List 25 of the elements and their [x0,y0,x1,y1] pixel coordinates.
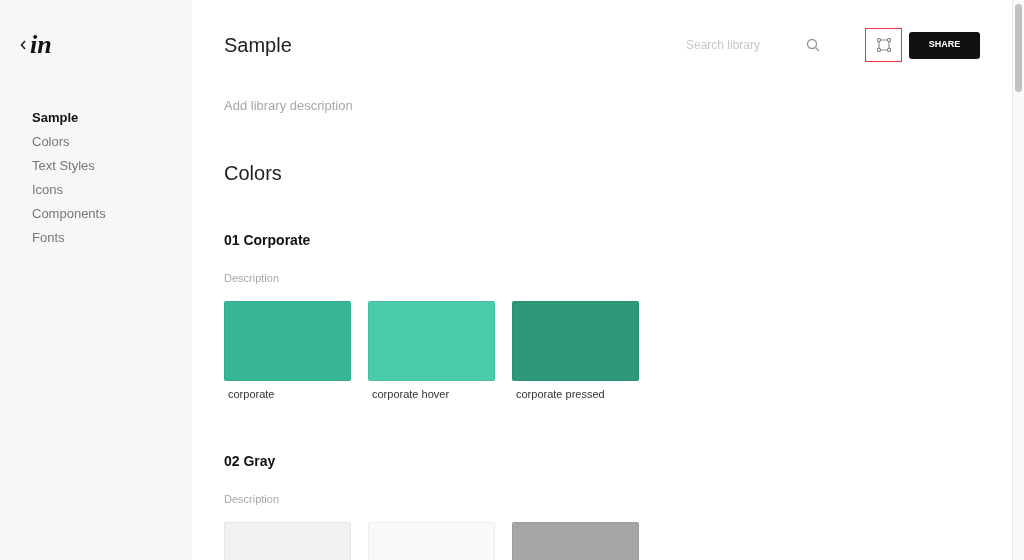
search-icon[interactable] [806,38,820,52]
swatch-label: corporate [227,387,276,402]
library-description-field[interactable]: Add library description [224,96,980,116]
color-swatch[interactable] [224,301,351,381]
vector-path-icon [876,38,891,52]
nav-item[interactable]: Icons [32,178,192,202]
nav-item[interactable]: Colors [32,130,192,154]
nav-item[interactable]: Components [32,202,192,226]
inspect-button[interactable] [865,28,902,62]
color-swatch[interactable] [512,301,639,381]
page-title: Sample [224,33,292,58]
nav-item[interactable]: Fonts [32,226,192,250]
group-description: Description [224,270,281,286]
color-swatch[interactable] [368,301,495,381]
group-heading: 02 Gray [224,451,277,471]
group-heading: 01 Corporate [224,230,312,250]
swatch-label: corporate hover [371,387,451,402]
nav-item[interactable]: Sample [32,106,192,130]
back-icon[interactable] [20,40,27,50]
section-heading: Colors [224,160,283,186]
share-button[interactable]: SHARE [909,31,980,59]
nav-item[interactable]: Text Styles [32,154,192,178]
swatch-label: corporate pressed [515,387,606,402]
logo[interactable]: in [30,32,52,58]
group-description: Description [224,491,281,507]
